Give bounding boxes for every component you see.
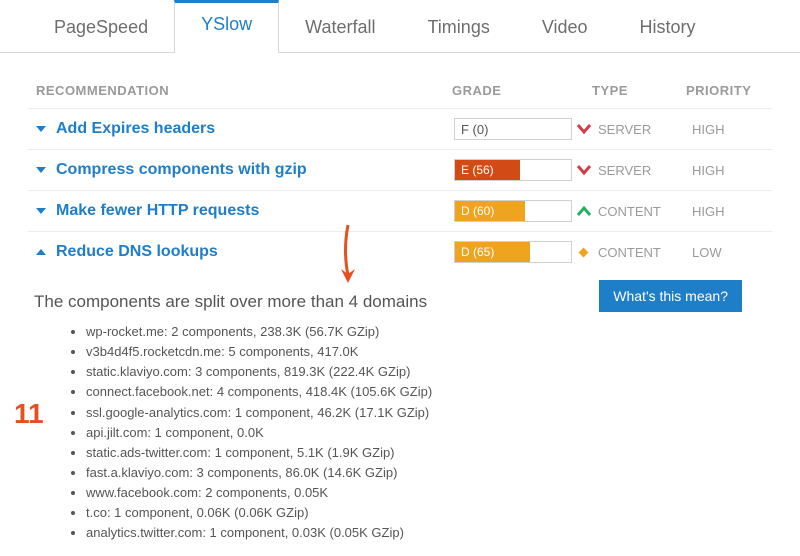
grade-fill: E (56) <box>455 160 520 180</box>
tab-video[interactable]: Video <box>516 0 614 52</box>
grade-box: F (0) <box>454 118 572 140</box>
recommendation-row[interactable]: Compress components with gzip E (56) SER… <box>28 149 772 190</box>
tab-pagespeed[interactable]: PageSpeed <box>28 0 174 52</box>
chevron-up-icon <box>36 249 46 255</box>
chevron-down-icon <box>36 167 46 173</box>
recommendation-row[interactable]: Add Expires headers F (0) SERVER HIGH <box>28 108 772 149</box>
yslow-panel: RECOMMENDATION GRADE TYPE PRIORITY Add E… <box>0 53 800 556</box>
list-item: static.ads-twitter.com: 1 component, 5.1… <box>86 443 772 463</box>
trend-down-icon <box>576 164 598 176</box>
recommendation-row[interactable]: Make fewer HTTP requests D (60) CONTENT … <box>28 190 772 231</box>
header-grade: GRADE <box>452 83 592 98</box>
tab-yslow[interactable]: YSlow <box>174 0 279 53</box>
trend-neutral-icon <box>576 245 598 259</box>
trend-up-icon <box>576 205 598 217</box>
table-header: RECOMMENDATION GRADE TYPE PRIORITY <box>28 73 772 108</box>
tab-label: Timings <box>427 17 489 37</box>
recommendation-link[interactable]: Reduce DNS lookups <box>56 243 218 260</box>
header-type: TYPE <box>592 83 686 98</box>
tab-label: History <box>640 17 696 37</box>
list-item: connect.facebook.net: 4 components, 418.… <box>86 382 772 402</box>
whats-this-mean-button[interactable]: What's this mean? <box>599 280 742 312</box>
priority-cell: LOW <box>692 245 766 260</box>
annotation-number: 11 <box>14 398 44 430</box>
grade-fill: D (65) <box>455 242 530 262</box>
list-item: api.jilt.com: 1 component, 0.0K <box>86 423 772 443</box>
trend-down-icon <box>576 123 598 135</box>
tab-label: YSlow <box>201 14 252 34</box>
list-item: www.facebook.com: 2 components, 0.05K <box>86 483 772 503</box>
header-priority: PRIORITY <box>686 83 766 98</box>
component-list: wp-rocket.me: 2 components, 238.3K (56.7… <box>34 322 772 544</box>
grade-label: F (0) <box>455 122 494 137</box>
recommendation-row[interactable]: Reduce DNS lookups D (65) CONTENT LOW <box>28 231 772 272</box>
list-item: static.klaviyo.com: 3 components, 819.3K… <box>86 362 772 382</box>
list-item: analytics.twitter.com: 1 component, 0.03… <box>86 523 772 543</box>
recommendation-link[interactable]: Make fewer HTTP requests <box>56 202 259 219</box>
list-item: v3b4d4f5.rocketcdn.me: 5 components, 417… <box>86 342 772 362</box>
type-cell: CONTENT <box>598 204 692 219</box>
tab-label: Waterfall <box>305 17 375 37</box>
list-item: t.co: 1 component, 0.06K (0.06K GZip) <box>86 503 772 523</box>
list-item: ssl.google-analytics.com: 1 component, 4… <box>86 403 772 423</box>
type-cell: SERVER <box>598 122 692 137</box>
recommendation-link[interactable]: Compress components with gzip <box>56 161 307 178</box>
recommendation-details: What's this mean? The components are spl… <box>28 272 772 544</box>
recommendation-link[interactable]: Add Expires headers <box>56 120 215 137</box>
grade-fill: D (60) <box>455 201 525 221</box>
grade-box: E (56) <box>454 159 572 181</box>
chevron-down-icon <box>36 126 46 132</box>
tab-timings[interactable]: Timings <box>401 0 515 52</box>
type-cell: CONTENT <box>598 245 692 260</box>
priority-cell: HIGH <box>692 122 766 137</box>
list-item: wp-rocket.me: 2 components, 238.3K (56.7… <box>86 322 772 342</box>
priority-cell: HIGH <box>692 163 766 178</box>
priority-cell: HIGH <box>692 204 766 219</box>
list-item: fast.a.klaviyo.com: 3 components, 86.0K … <box>86 463 772 483</box>
tab-label: PageSpeed <box>54 17 148 37</box>
chevron-down-icon <box>36 208 46 214</box>
tab-waterfall[interactable]: Waterfall <box>279 0 401 52</box>
grade-box: D (65) <box>454 241 572 263</box>
tabs-bar: PageSpeed YSlow Waterfall Timings Video … <box>0 0 800 53</box>
grade-box: D (60) <box>454 200 572 222</box>
tab-label: Video <box>542 17 588 37</box>
tab-history[interactable]: History <box>614 0 722 52</box>
header-recommendation: RECOMMENDATION <box>36 83 452 98</box>
type-cell: SERVER <box>598 163 692 178</box>
